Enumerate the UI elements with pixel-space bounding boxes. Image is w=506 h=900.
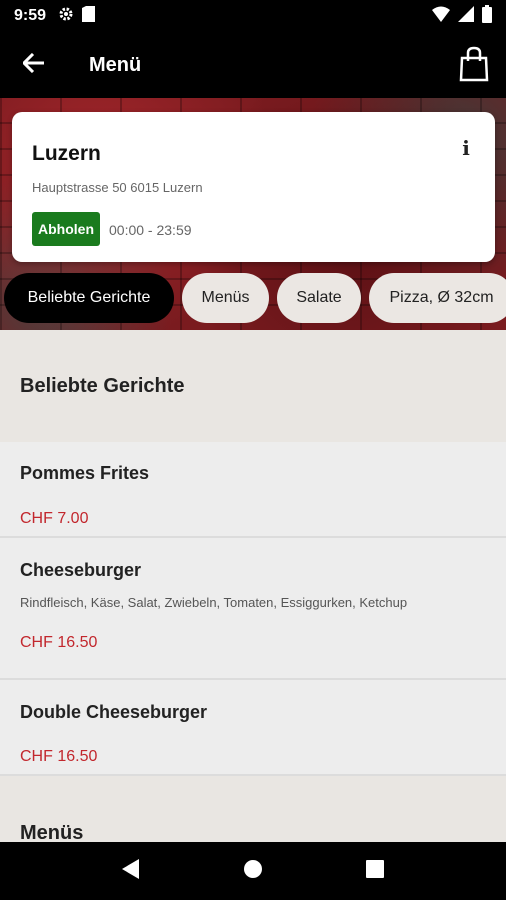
item-name: Double Cheeseburger bbox=[20, 702, 208, 722]
menu-item-double-cheeseburger[interactable]: Double Cheeseburger CHF 16.50 bbox=[0, 680, 506, 776]
nav-home-icon[interactable] bbox=[243, 859, 263, 884]
item-price: CHF 16.50 bbox=[20, 634, 98, 651]
pickup-badge: Abholen bbox=[32, 212, 100, 246]
status-time: 9:59 bbox=[14, 7, 47, 24]
item-description: Rindfleisch, Käse, Salat, Zwiebeln, Toma… bbox=[20, 595, 408, 610]
settings-icon bbox=[58, 6, 74, 27]
category-tabs: Beliebte Gerichte Menüs Salate Pizza, Ø … bbox=[0, 273, 506, 325]
store-card: Luzern Hauptstrasse 50 6015 Luzern i Abh… bbox=[12, 112, 495, 262]
menu-list: Beliebte Gerichte Pommes Frites CHF 7.00… bbox=[0, 330, 506, 842]
opening-hours: 00:00 - 23:59 bbox=[109, 222, 192, 238]
nav-back-icon[interactable] bbox=[121, 858, 141, 885]
info-icon[interactable]: i bbox=[457, 136, 475, 160]
section-header: Beliebte Gerichte bbox=[0, 330, 506, 442]
app-bar: Menü bbox=[0, 32, 506, 98]
status-bar: 9:59 bbox=[0, 0, 506, 32]
shopping-bag-icon bbox=[459, 46, 489, 87]
tab-menus[interactable]: Menüs bbox=[182, 273, 269, 323]
tab-pizza[interactable]: Pizza, Ø 32cm bbox=[369, 273, 506, 323]
item-name: Cheeseburger bbox=[20, 560, 142, 580]
item-price: CHF 7.00 bbox=[20, 510, 89, 527]
battery-icon bbox=[482, 4, 492, 28]
tab-beliebte-gerichte[interactable]: Beliebte Gerichte bbox=[4, 273, 174, 323]
cart-button[interactable] bbox=[456, 46, 492, 86]
back-button[interactable] bbox=[0, 32, 68, 98]
back-arrow-icon bbox=[21, 52, 45, 78]
menu-item-cheeseburger[interactable]: Cheeseburger Rindfleisch, Käse, Salat, Z… bbox=[0, 538, 506, 680]
menu-item-pommes-frites[interactable]: Pommes Frites CHF 7.00 bbox=[0, 442, 506, 538]
tab-salate[interactable]: Salate bbox=[277, 273, 361, 323]
nav-recents-icon[interactable] bbox=[365, 859, 385, 884]
sim-icon bbox=[82, 5, 96, 27]
section-header: Menüs bbox=[0, 776, 506, 842]
wifi-icon bbox=[432, 6, 450, 27]
store-name: Luzern bbox=[32, 142, 101, 165]
signal-icon bbox=[458, 5, 474, 27]
item-name: Pommes Frites bbox=[20, 463, 150, 483]
store-address: Hauptstrasse 50 6015 Luzern bbox=[32, 180, 203, 195]
item-price: CHF 16.50 bbox=[20, 748, 98, 765]
system-nav-bar bbox=[0, 842, 506, 900]
page-title: Menü bbox=[89, 53, 142, 76]
